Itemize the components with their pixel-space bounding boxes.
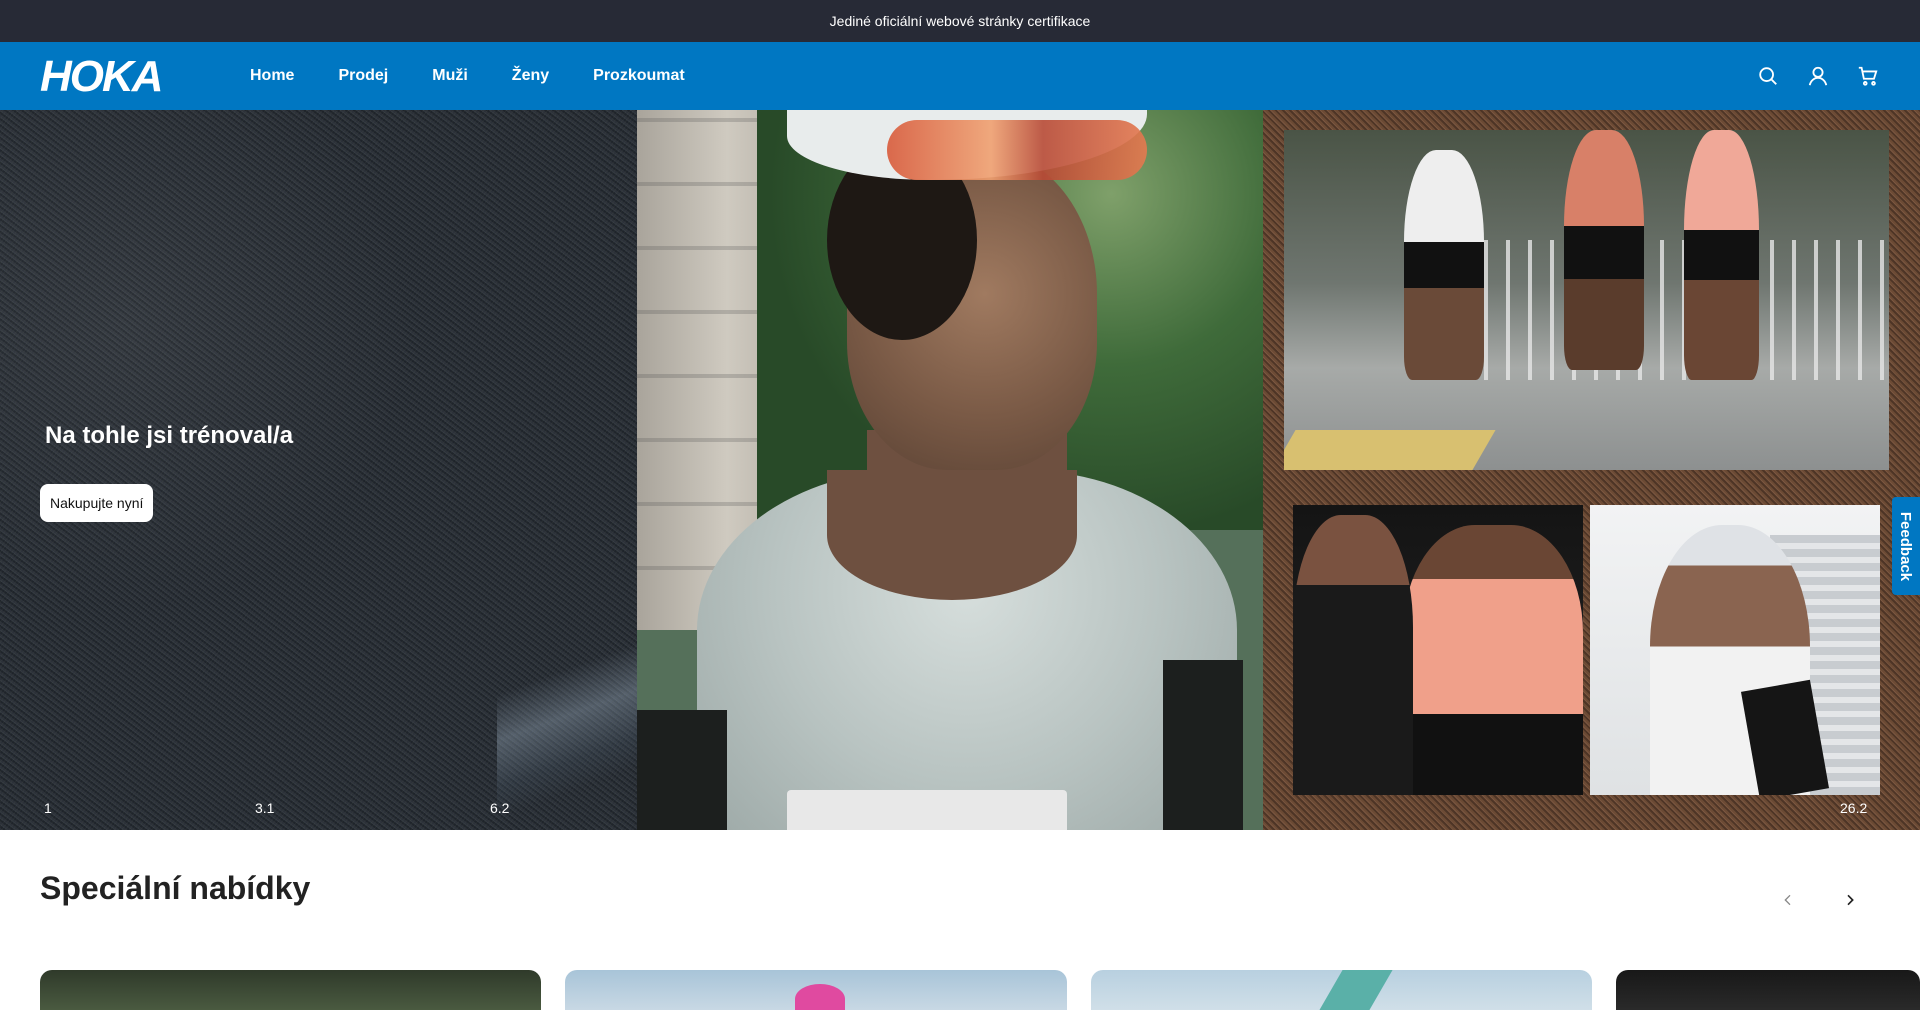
distance-marker: 26.2: [1840, 800, 1868, 816]
cart-icon[interactable]: [1856, 64, 1880, 88]
hero-asphalt-panel: [0, 110, 637, 830]
runner-figure: [1293, 515, 1413, 795]
feedback-tab[interactable]: Feedback: [1892, 497, 1920, 595]
nav-home[interactable]: Home: [250, 67, 294, 85]
offer-card-image: [1319, 970, 1393, 1010]
feedback-label: Feedback: [1897, 511, 1915, 581]
announcement-text: Jediné oficiální webové stránky certifik…: [829, 13, 1091, 29]
carousel-next-button[interactable]: [1834, 884, 1866, 916]
offer-card[interactable]: [1616, 970, 1920, 1010]
arm-sleeve-left: [637, 710, 727, 830]
nav-prozkoumat[interactable]: Prozkoumat: [593, 67, 685, 85]
nav-prodej[interactable]: Prodej: [338, 67, 388, 85]
distance-marker: 1: [44, 800, 52, 816]
race-bib-image: [787, 790, 1067, 830]
search-icon[interactable]: [1756, 64, 1780, 88]
special-offers-title: Speciální nabídky: [40, 870, 311, 906]
header-actions: [1756, 42, 1880, 110]
offer-card-image: [795, 984, 845, 1010]
runner-figure: [1404, 150, 1484, 380]
carousel-prev-button[interactable]: [1772, 884, 1804, 916]
main-header: HOKA Home Prodej Muži Ženy Prozkoumat: [0, 42, 1920, 110]
svg-text:HOKA: HOKA: [40, 56, 162, 96]
distance-marker: 6.2: [490, 800, 510, 816]
shop-now-button[interactable]: Nakupujte nyní: [40, 484, 154, 522]
road-edge-image: [497, 570, 637, 830]
runners-closeup-photo: [1293, 505, 1583, 795]
account-icon[interactable]: [1806, 64, 1830, 88]
arm-sleeve-right: [1163, 660, 1243, 830]
runners-group-photo: [1284, 130, 1889, 470]
offer-card[interactable]: [1091, 970, 1592, 1010]
nav-zeny[interactable]: Ženy: [512, 67, 549, 85]
runner-figure: [1564, 130, 1644, 370]
crosswalk-image: [1284, 430, 1496, 470]
runner-figure: [1684, 130, 1759, 380]
hero-collage-panel: [1263, 110, 1920, 830]
announcement-bar: Jediné oficiální webové stránky certifik…: [0, 0, 1920, 42]
hero-banner: Na tohle jsi trénoval/a Nakupujte nyní 1…: [0, 110, 1920, 830]
sunglasses-image: [887, 120, 1147, 180]
nav-muzi[interactable]: Muži: [432, 67, 468, 85]
hero-title: Na tohle jsi trénoval/a: [45, 422, 294, 449]
primary-nav: Home Prodej Muži Ženy Prozkoumat: [250, 42, 729, 110]
offer-card[interactable]: [565, 970, 1067, 1010]
tank-neckline-image: [827, 470, 1077, 600]
hero-runner-photo: [637, 110, 1263, 830]
offer-card[interactable]: [40, 970, 541, 1010]
runner-figure: [1403, 525, 1583, 795]
runner-portrait-photo: [1590, 505, 1880, 795]
hoka-logo[interactable]: HOKA: [40, 56, 180, 96]
distance-marker: 3.1: [255, 800, 275, 816]
